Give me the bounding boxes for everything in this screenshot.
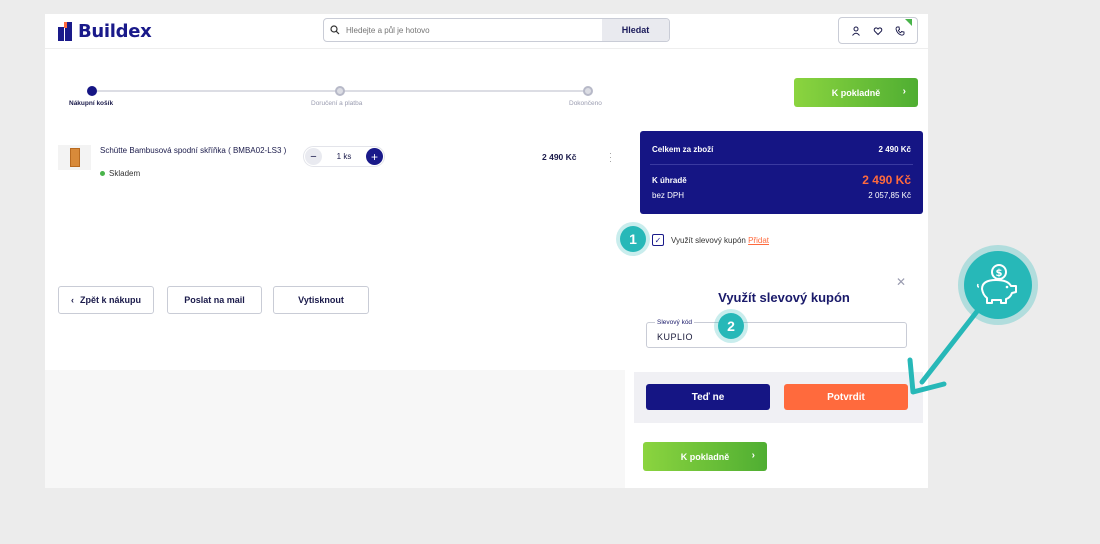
piggy-bank-icon: $ (964, 251, 1032, 319)
callout-arrow (907, 302, 985, 395)
svg-text:$: $ (996, 268, 1003, 279)
